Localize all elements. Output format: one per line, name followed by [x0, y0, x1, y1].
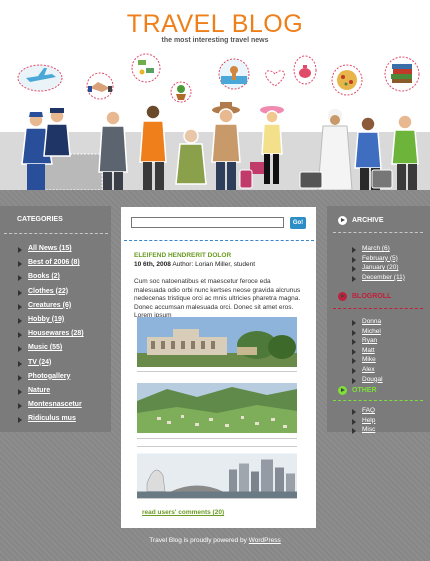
- blogroll-link[interactable]: Dougal: [350, 376, 383, 386]
- potted-plant-bubble-icon: [170, 81, 192, 103]
- sheikh-figure: [317, 107, 353, 190]
- archive-link[interactable]: February (5): [350, 255, 405, 265]
- blogroll-divider: [333, 308, 423, 309]
- other-link[interactable]: Misc: [350, 426, 375, 436]
- businessman-figure: [98, 110, 128, 190]
- woman-pink-hat-figure: [250, 106, 284, 184]
- archive-link[interactable]: December (11): [350, 274, 405, 284]
- blogroll-link[interactable]: Michel: [350, 328, 383, 338]
- category-link[interactable]: Music (55): [16, 344, 84, 358]
- blogroll-heading: BLOGROLL: [352, 293, 392, 300]
- other-link[interactable]: FAQ: [350, 407, 375, 417]
- post-title[interactable]: ELEIFEND HENDRERIT DOLOR: [134, 252, 231, 259]
- post-author: Lorian Miller, student: [195, 261, 256, 268]
- wordpress-link[interactable]: WordPress: [249, 537, 281, 544]
- category-link[interactable]: Hobby (19): [16, 316, 84, 330]
- plane-bubble-icon: [17, 64, 63, 92]
- traveler-orange-figure: [139, 104, 167, 190]
- category-link[interactable]: Best of 2006 (8): [16, 259, 84, 273]
- arrow-bullet-icon: [338, 292, 347, 301]
- category-link[interactable]: Montesnascetur: [16, 401, 84, 415]
- search-divider: [124, 240, 314, 241]
- cowboy-figure: [211, 102, 241, 190]
- valley-photo[interactable]: [137, 383, 297, 433]
- search-go-button[interactable]: Go!: [290, 217, 306, 229]
- read-comments-link[interactable]: read users' comments (20): [142, 509, 224, 516]
- blogroll-link[interactable]: Donna: [350, 318, 383, 328]
- site-title[interactable]: TRAVEL BLOG: [0, 10, 430, 39]
- blogroll-link[interactable]: Mike: [350, 356, 383, 366]
- pilot-figure: [43, 108, 71, 157]
- archive-heading: ARCHIVE: [352, 217, 384, 224]
- archive-link[interactable]: January (20): [350, 264, 405, 274]
- teapot-bubble-icon: [293, 55, 317, 85]
- other-divider: [333, 400, 423, 401]
- footer: Travel Blog is proudly powered by WordPr…: [0, 537, 430, 544]
- category-link[interactable]: Creatures (6): [16, 302, 84, 316]
- beach-bubble-icon: [218, 58, 250, 90]
- categories-list: All News (15) Best of 2006 (8) Books (2)…: [16, 245, 84, 429]
- pizza-bubble-icon: [331, 64, 363, 96]
- category-link[interactable]: Photogallery: [16, 373, 84, 387]
- category-link[interactable]: All News (15): [16, 245, 84, 259]
- grandmother-figure: [175, 128, 207, 185]
- books-bubble-icon: [384, 56, 420, 92]
- blogroll-list: Donna Michel Ryan Matt Mike Alex Dougal: [350, 318, 383, 385]
- post-date: 10 6th, 2008: [134, 261, 171, 268]
- blogroll-link[interactable]: Ryan: [350, 337, 383, 347]
- archive-link[interactable]: March (6): [350, 245, 405, 255]
- travelers-illustration: [17, 53, 420, 190]
- arrow-bullet-icon: [338, 216, 347, 225]
- category-link[interactable]: Books (2): [16, 273, 84, 287]
- blogroll-link[interactable]: Matt: [350, 347, 383, 357]
- category-link[interactable]: Housewares (28): [16, 330, 84, 344]
- singapore-photo[interactable]: [137, 451, 297, 501]
- category-link[interactable]: Nature: [16, 387, 84, 401]
- categories-divider: [4, 233, 108, 234]
- category-link[interactable]: TV (24): [16, 359, 84, 373]
- photo-divider: [137, 498, 297, 499]
- category-link[interactable]: Clothes (22): [16, 288, 84, 302]
- photo-divider: [137, 446, 297, 447]
- other-heading: OTHER: [352, 387, 377, 394]
- site-tagline: the most interesting travel news: [161, 37, 269, 44]
- photo-divider: [137, 371, 297, 372]
- photo-divider: [137, 438, 297, 439]
- post-body: Cum soc natoenatibus et maescetur feroce…: [134, 278, 301, 320]
- blogroll-link[interactable]: Alex: [350, 366, 383, 376]
- palace-photo[interactable]: [137, 317, 297, 367]
- header: TRAVEL BLOG the most interesting travel …: [0, 0, 430, 190]
- category-link[interactable]: Ridiculus mus: [16, 415, 84, 429]
- other-link[interactable]: Help: [350, 417, 375, 427]
- post-meta: 10 6th, 2008 Author: Lorian Miller, stud…: [134, 261, 255, 268]
- handshake-bubble-icon: [86, 72, 114, 100]
- other-list: FAQ Help Misc: [350, 407, 375, 436]
- search-input[interactable]: [131, 217, 284, 228]
- archive-list: March (6) February (5) January (20) Dece…: [350, 245, 405, 283]
- money-bubble-icon: [131, 53, 161, 83]
- sidebar-categories: CATEGORIES All News (15) Best of 2006 (8…: [0, 206, 111, 432]
- post-author-label: Author:: [172, 261, 194, 268]
- archive-divider: [333, 232, 423, 233]
- arrow-bullet-icon: [338, 386, 347, 395]
- footer-text: Travel Blog is proudly powered by: [149, 537, 249, 544]
- logo[interactable]: TRAVEL BLOG the most interesting travel …: [0, 10, 430, 44]
- heart-bubble-icon: [265, 70, 285, 87]
- categories-heading: CATEGORIES: [17, 216, 63, 223]
- traveler-green-figure: [391, 114, 419, 190]
- read-comments-text[interactable]: read users' comments (20): [142, 509, 224, 516]
- sidebar-right: ARCHIVE March (6) February (5) January (…: [327, 206, 430, 434]
